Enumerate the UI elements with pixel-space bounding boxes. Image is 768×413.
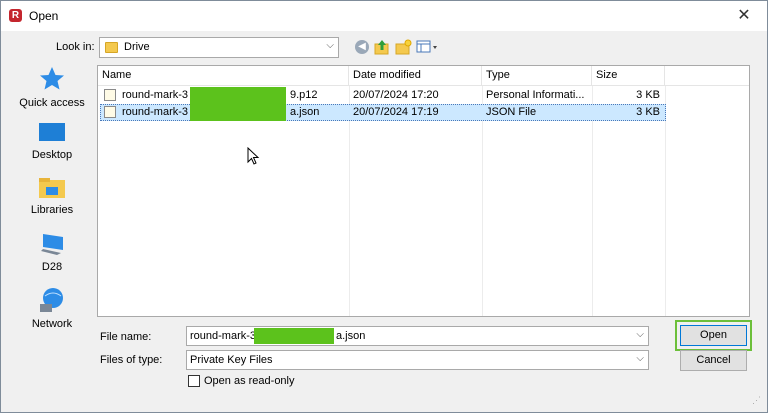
place-label: Desktop [31, 149, 73, 161]
file-list[interactable]: Name Date modified Type Size round-mark-… [97, 65, 750, 317]
file-date: 20/07/2024 17:20 [353, 89, 439, 101]
file-name-end: a.json [290, 106, 320, 118]
place-label: D28 [41, 261, 63, 273]
file-size: 3 KB [636, 106, 660, 118]
file-name-start: round-mark-3 [122, 106, 189, 118]
column-header-name[interactable]: Name [98, 66, 349, 86]
chevron-down-icon[interactable]: ⌵ [636, 329, 644, 340]
place-label: Network [31, 318, 73, 330]
cancel-button[interactable]: Cancel [680, 350, 747, 371]
certificate-file-icon [104, 89, 116, 101]
close-icon: ✕ [737, 7, 751, 24]
file-type-dropdown[interactable]: Private Key Files ⌵ [186, 350, 649, 370]
place-computer[interactable]: D28 [11, 231, 93, 273]
up-folder-button[interactable] [373, 38, 391, 56]
new-folder-button[interactable] [394, 38, 412, 56]
place-libraries[interactable]: Libraries [11, 176, 93, 216]
quick-access-star-icon [40, 67, 64, 90]
file-date: 20/07/2024 17:19 [353, 106, 439, 118]
file-type: JSON File [486, 106, 537, 118]
column-header-type[interactable]: Type [482, 66, 592, 86]
up-folder-icon [374, 40, 389, 55]
mouse-cursor-icon [247, 147, 260, 165]
look-in-dropdown[interactable]: Drive ⌵ [99, 37, 339, 58]
redaction-block [190, 87, 286, 104]
read-only-label[interactable]: Open as read-only [204, 375, 295, 387]
file-name-start: round-mark-3 [122, 89, 189, 101]
computer-icon [41, 234, 63, 255]
file-size: 3 KB [636, 89, 660, 101]
file-name-value-end: a.json [336, 330, 366, 342]
column-header-date[interactable]: Date modified [349, 66, 482, 86]
file-row[interactable]: round-mark-3 9.p12 20/07/2024 17:20 Pers… [100, 87, 666, 104]
file-name-value-start: round-mark-3 [190, 330, 257, 342]
close-button[interactable]: ✕ [721, 1, 767, 31]
view-menu-icon [416, 40, 437, 53]
open-button[interactable]: Open [675, 320, 752, 351]
file-name-field[interactable]: round-mark-3 a.json ⌵ [186, 326, 649, 346]
file-name-label: File name: [100, 331, 152, 343]
redaction-block [190, 104, 286, 121]
place-network[interactable]: Network [11, 286, 93, 330]
back-arrow-icon: ◀ [355, 40, 369, 54]
file-name-end: 9.p12 [290, 89, 318, 101]
json-file-icon [104, 106, 116, 118]
column-header-empty [665, 66, 749, 86]
file-row[interactable]: round-mark-3 a.json 20/07/2024 17:19 JSO… [100, 104, 666, 121]
column-header-size[interactable]: Size [592, 66, 665, 86]
chevron-down-icon: ⌵ [636, 353, 644, 364]
desktop-icon [39, 123, 65, 141]
redaction-block [254, 328, 334, 344]
place-desktop[interactable]: Desktop [11, 121, 93, 161]
title-bar: R Open ✕ [1, 1, 767, 31]
view-menu-button[interactable] [415, 38, 441, 56]
chevron-down-icon: ⌵ [326, 40, 334, 51]
file-type-label: Files of type: [100, 354, 163, 366]
file-type-value: Private Key Files [190, 354, 273, 366]
libraries-icon [39, 178, 65, 198]
place-label: Libraries [30, 204, 74, 216]
app-logo-icon: R [9, 9, 22, 22]
network-icon [40, 288, 63, 312]
back-button[interactable]: ◀ [353, 38, 371, 56]
place-label: Quick access [19, 97, 85, 109]
resize-grip-icon[interactable]: ⋰ [752, 395, 761, 406]
place-quick-access[interactable]: Quick access [11, 65, 93, 109]
look-in-value: Drive [124, 41, 150, 53]
file-type: Personal Informati... [486, 89, 585, 101]
dialog-title: Open [29, 9, 59, 23]
folder-icon [105, 42, 118, 53]
open-dialog: R Open ✕ Look in: Drive ⌵ ◀ Quick access… [0, 0, 768, 413]
new-folder-icon [395, 39, 412, 55]
look-in-label: Look in: [56, 41, 95, 53]
read-only-checkbox[interactable] [188, 375, 200, 387]
